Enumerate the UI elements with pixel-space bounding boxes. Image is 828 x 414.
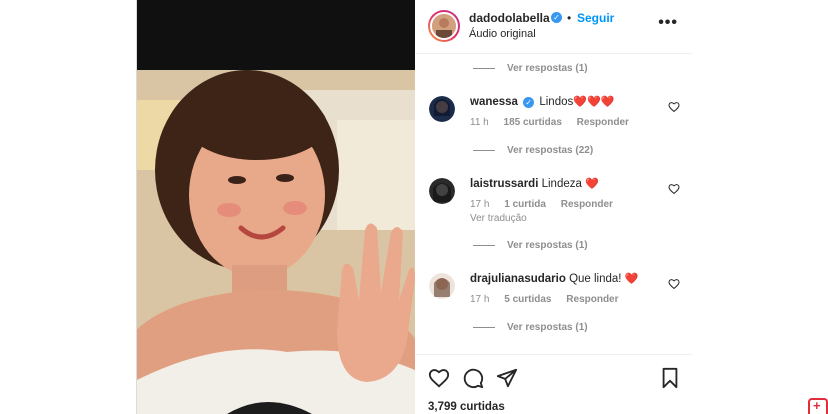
plus-badge-icon[interactable]: +	[808, 398, 828, 414]
comment-likes[interactable]: 1 curtida	[504, 199, 546, 210]
comment-text: drajulianasudario Que linda! ❤️	[470, 272, 638, 285]
comment-body: Lindeza	[541, 178, 582, 190]
audio-label[interactable]: Áudio original	[469, 28, 536, 40]
comment-body: Lindos	[539, 96, 574, 108]
comment-likes[interactable]: 5 curtidas	[504, 294, 551, 305]
comment-meta: 17 h 5 curtidas Responder	[470, 294, 631, 305]
comment-body: Que linda!	[569, 273, 622, 285]
comment-text: laistrussardi Lindeza ❤️	[470, 177, 599, 190]
post-actions: 3,799 curtidas	[416, 354, 692, 414]
comment-likes[interactable]: 185 curtidas	[504, 117, 562, 128]
more-options-icon[interactable]: •••	[658, 14, 678, 32]
like-comment-heart-icon[interactable]	[668, 183, 680, 195]
verified-badge-icon: ✓	[551, 12, 562, 23]
follow-button[interactable]: Seguir	[577, 11, 614, 25]
author-avatar[interactable]	[428, 10, 460, 42]
separator-dot: •	[567, 11, 572, 25]
like-comment-heart-icon[interactable]	[668, 101, 680, 113]
comments-list[interactable]: Ver respostas (1) wanessa ✓ Lindos❤️❤️❤️…	[416, 54, 692, 354]
reply-button[interactable]: Responder	[577, 117, 629, 128]
author-username[interactable]: dadodolabella	[469, 11, 550, 25]
heart-emoji: ❤️	[585, 178, 599, 190]
commenter-username[interactable]: laistrussardi	[470, 178, 538, 190]
view-replies-button[interactable]: Ver respostas (1)	[473, 322, 588, 333]
comment-time: 17 h	[470, 199, 490, 210]
instagram-post: dadodolabella ✓ • Seguir Áudio original …	[136, 0, 692, 414]
heart-icon[interactable]	[428, 367, 450, 389]
translate-button[interactable]: Ver tradução	[470, 213, 527, 224]
view-replies-button[interactable]: Ver respostas (22)	[473, 145, 593, 156]
reply-button[interactable]: Responder	[561, 199, 613, 210]
comment-meta: 11 h 185 curtidas Responder	[470, 117, 641, 128]
post-side-panel: dadodolabella ✓ • Seguir Áudio original …	[416, 0, 692, 414]
post-video-frame	[137, 0, 415, 414]
reply-button[interactable]: Responder	[566, 294, 618, 305]
view-replies-button[interactable]: Ver respostas (1)	[473, 63, 588, 74]
commenter-avatar[interactable]	[429, 96, 455, 122]
comment-time: 11 h	[470, 117, 489, 128]
commenter-avatar[interactable]	[429, 273, 455, 299]
commenter-username[interactable]: drajulianasudario	[470, 273, 566, 285]
comment-meta: 17 h 1 curtida Responder	[470, 199, 625, 210]
verified-badge-icon: ✓	[523, 97, 535, 108]
post-header: dadodolabella ✓ • Seguir Áudio original …	[416, 0, 692, 54]
commenter-username[interactable]: wanessa	[470, 96, 518, 108]
paper-plane-icon[interactable]	[496, 367, 518, 389]
like-comment-heart-icon[interactable]	[668, 278, 680, 290]
view-replies-button[interactable]: Ver respostas (1)	[473, 240, 588, 251]
comment-time: 17 h	[470, 294, 490, 305]
commenter-avatar[interactable]	[429, 178, 455, 204]
comment-icon[interactable]	[462, 367, 484, 389]
comment-text: wanessa ✓ Lindos❤️❤️❤️	[470, 95, 614, 108]
post-likes-count[interactable]: 3,799 curtidas	[428, 401, 505, 413]
post-video[interactable]	[137, 0, 415, 414]
heart-emoji: ❤️	[624, 273, 639, 285]
bookmark-icon[interactable]	[659, 367, 681, 389]
heart-emoji: ❤️❤️❤️	[573, 96, 615, 108]
